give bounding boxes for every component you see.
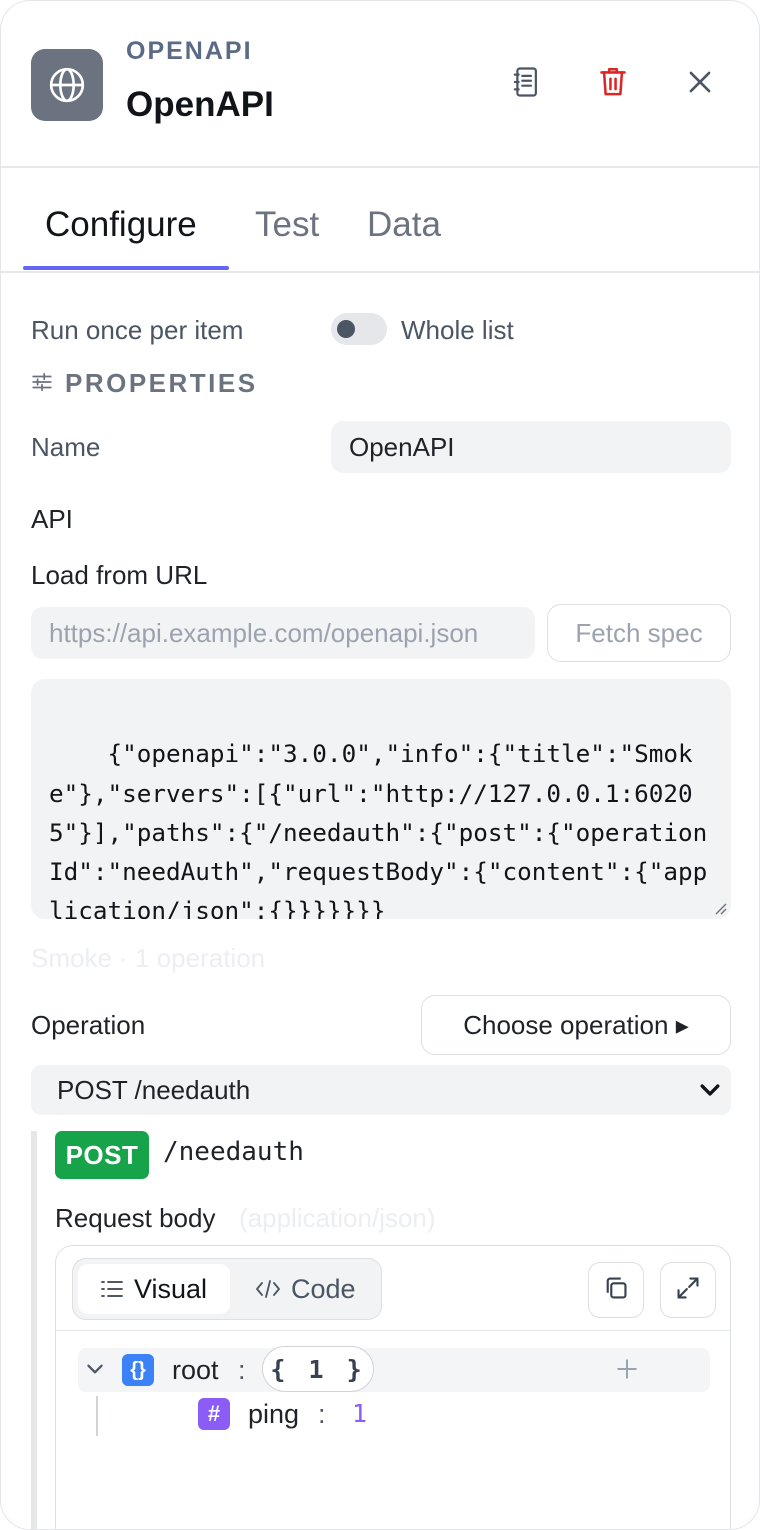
- list-icon: [100, 1278, 124, 1300]
- node-type-label: OPENAPI: [126, 37, 253, 65]
- number-type-icon: #: [198, 1398, 230, 1430]
- resize-handle-icon[interactable]: [713, 901, 727, 915]
- tab-test[interactable]: Test: [255, 205, 319, 245]
- node-title: OpenAPI: [126, 85, 274, 124]
- active-tab-indicator: [23, 266, 229, 270]
- method-badge: POST: [55, 1131, 149, 1179]
- operation-path: /needauth: [163, 1137, 304, 1167]
- code-mode-button[interactable]: Code: [239, 1264, 375, 1314]
- expand-button[interactable]: [660, 1262, 716, 1318]
- chevron-down-icon[interactable]: [84, 1358, 106, 1385]
- tree-guide-line: [96, 1396, 98, 1436]
- spec-text: {"openapi":"3.0.0","info":{"title":"Smok…: [49, 739, 708, 919]
- tab-bar: Configure Test Data: [1, 169, 759, 273]
- run-mode-toggle[interactable]: [331, 313, 387, 345]
- visual-mode-button[interactable]: Visual: [78, 1264, 230, 1314]
- notes-button[interactable]: [503, 61, 549, 107]
- fetch-spec-button[interactable]: Fetch spec: [547, 604, 731, 662]
- root-key: root: [172, 1355, 219, 1385]
- code-mode-label: Code: [291, 1273, 356, 1304]
- load-url-label: Load from URL: [31, 560, 208, 590]
- copy-button[interactable]: [588, 1262, 644, 1318]
- api-label: API: [31, 504, 73, 534]
- operation-select[interactable]: POST /needauth: [31, 1065, 731, 1115]
- globe-icon: [31, 49, 103, 121]
- toggle-knob: [337, 320, 355, 338]
- spec-url-input[interactable]: https://api.example.com/openapi.json: [31, 607, 535, 659]
- copy-icon: [603, 1275, 629, 1306]
- operation-label: Operation: [31, 1010, 146, 1040]
- panel-header: OPENAPI OpenAPI: [1, 1, 759, 168]
- field-value[interactable]: 1: [352, 1399, 367, 1428]
- close-button[interactable]: [677, 61, 723, 107]
- delete-button[interactable]: [590, 61, 636, 107]
- expand-icon: [675, 1275, 701, 1306]
- operation-select-value: POST /needauth: [57, 1074, 251, 1105]
- run-mode-label: Run once per item: [31, 315, 244, 345]
- properties-heading: PROPERTIES: [65, 368, 258, 398]
- code-icon: [255, 1278, 281, 1300]
- field-colon: :: [318, 1399, 326, 1429]
- name-input[interactable]: OpenAPI: [331, 421, 731, 473]
- view-mode-switch: Visual Code: [72, 1258, 382, 1320]
- spec-summary: Smoke · 1 operation: [31, 943, 266, 973]
- root-colon: :: [238, 1355, 246, 1385]
- spec-textarea[interactable]: {"openapi":"3.0.0","info":{"title":"Smok…: [31, 679, 731, 919]
- node-config-panel: OPENAPI OpenAPI Configure Test Data Run …: [0, 0, 760, 1530]
- close-icon: [687, 69, 713, 100]
- notes-icon: [511, 66, 541, 103]
- editor-divider: [56, 1330, 730, 1331]
- tab-data[interactable]: Data: [367, 205, 441, 245]
- choose-operation-button[interactable]: Choose operation ▸: [421, 995, 731, 1055]
- sliders-icon: [31, 371, 53, 398]
- trash-icon: [599, 66, 627, 103]
- toggle-label: Whole list: [401, 315, 514, 345]
- request-body-label: Request body: [55, 1203, 216, 1233]
- operation-detail-rail: [31, 1131, 37, 1529]
- tab-configure[interactable]: Configure: [45, 205, 197, 245]
- object-type-icon: {}: [122, 1354, 154, 1386]
- request-body-type: (application/json): [239, 1203, 436, 1233]
- field-key[interactable]: ping: [248, 1399, 299, 1430]
- object-count-pill[interactable]: { 1 }: [262, 1346, 374, 1392]
- name-label: Name: [31, 432, 101, 462]
- add-field-icon[interactable]: [616, 1358, 638, 1385]
- chevron-down-icon: [697, 1077, 723, 1110]
- json-editor: Visual Code {} root: {1} # ping: 1: [55, 1245, 731, 1529]
- visual-mode-label: Visual: [134, 1273, 208, 1304]
